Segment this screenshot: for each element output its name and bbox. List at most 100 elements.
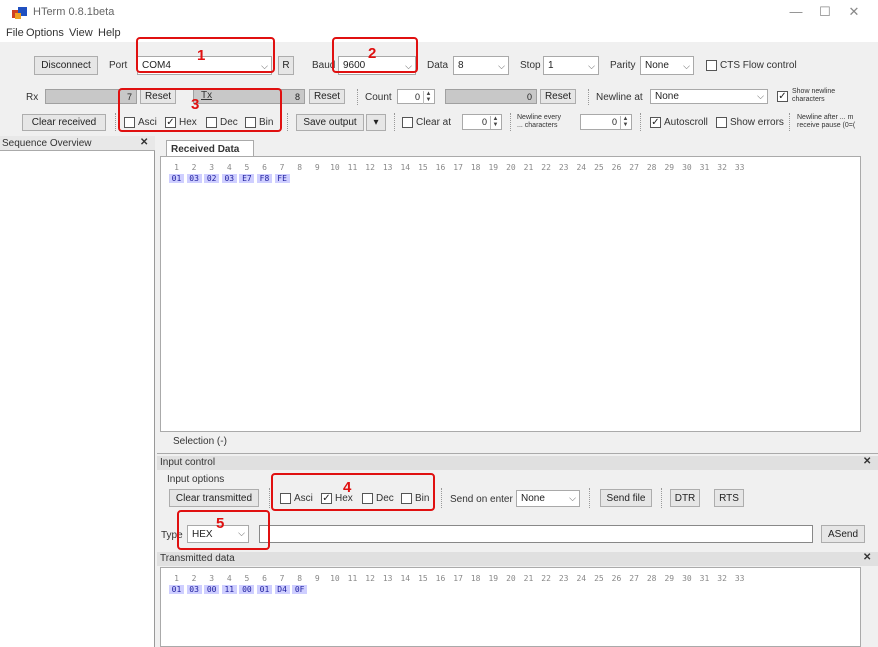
show-errors-checkbox[interactable] bbox=[716, 117, 727, 128]
transmitted-byte-index: 23 bbox=[558, 574, 569, 583]
transmitted-byte-index: 8 bbox=[297, 574, 303, 583]
transmitted-byte-index: 15 bbox=[418, 574, 428, 583]
send-on-enter-select[interactable]: None ⌵ bbox=[516, 490, 580, 507]
received-byte-index: 12 bbox=[365, 163, 375, 172]
annotation-box-rx-format bbox=[118, 88, 282, 132]
transmitted-data-header: Transmitted data ✕ bbox=[157, 552, 878, 566]
received-byte-index: 14 bbox=[400, 163, 411, 172]
show-newline-checkbox[interactable]: ✓ bbox=[777, 91, 788, 102]
dtr-button[interactable]: DTR bbox=[670, 489, 700, 507]
show-errors-label: Show errors bbox=[730, 117, 784, 128]
divider bbox=[789, 113, 790, 131]
menu-help[interactable]: Help bbox=[98, 27, 121, 39]
received-byte-index: 31 bbox=[699, 163, 710, 172]
clear-received-button[interactable]: Clear received bbox=[22, 114, 106, 131]
transmitted-byte: 0F bbox=[292, 585, 308, 594]
received-byte-index: 15 bbox=[418, 163, 428, 172]
transmitted-byte-index: 11 bbox=[347, 574, 358, 583]
newline-at-select[interactable]: None ⌵ bbox=[650, 89, 768, 104]
received-byte-index: 32 bbox=[717, 163, 727, 172]
clear-at-checkbox[interactable] bbox=[402, 117, 413, 128]
menu-options[interactable]: Options bbox=[26, 27, 64, 39]
received-byte-index: 16 bbox=[435, 163, 446, 172]
received-byte-index: 11 bbox=[347, 163, 358, 172]
input-control-title: Input control bbox=[160, 457, 216, 468]
transmitted-byte-index: 18 bbox=[470, 574, 481, 583]
divider bbox=[115, 113, 116, 131]
stop-bits-select[interactable]: 1 ⌵ bbox=[543, 56, 599, 75]
save-output-dropdown[interactable]: ▾ bbox=[366, 114, 386, 131]
sequence-overview-close-icon[interactable]: ✕ bbox=[140, 137, 148, 148]
newline-every-spinner[interactable]: 0 ▲ ▼ bbox=[580, 114, 632, 130]
autoscroll-label: Autoscroll bbox=[664, 117, 708, 128]
menu-file[interactable]: File bbox=[6, 27, 24, 39]
transmitted-byte-index: 10 bbox=[330, 574, 340, 583]
input-control-close-icon[interactable]: ✕ bbox=[863, 456, 871, 467]
count-field: 0 bbox=[445, 89, 537, 104]
newline-every-label-1: Newline every bbox=[517, 114, 561, 121]
autoscroll-checkbox[interactable]: ✓ bbox=[650, 117, 661, 128]
clear-transmitted-button[interactable]: Clear transmitted bbox=[169, 489, 259, 507]
transmitted-byte-index: 2 bbox=[191, 574, 197, 583]
count-field-value: 0 bbox=[526, 92, 532, 102]
received-byte: 03 bbox=[186, 174, 202, 183]
close-icon[interactable]: ✕ bbox=[844, 4, 864, 20]
chevron-down-icon: ⌵ bbox=[683, 61, 690, 71]
sequence-overview-panel: Sequence Overview ✕ bbox=[0, 136, 155, 647]
newline-at-label: Newline at bbox=[596, 92, 643, 103]
asend-button[interactable]: ASend bbox=[821, 525, 865, 543]
parity-select[interactable]: None ⌵ bbox=[640, 56, 694, 75]
transmitted-byte-index: 12 bbox=[365, 574, 375, 583]
annotation-number-5: 5 bbox=[216, 515, 225, 532]
received-byte-index: 6 bbox=[262, 163, 267, 172]
tx-reset-button[interactable]: Reset bbox=[309, 89, 345, 104]
annotation-box-port bbox=[136, 37, 275, 73]
received-byte-index: 2 bbox=[191, 163, 197, 172]
disconnect-button[interactable]: Disconnect bbox=[34, 56, 98, 75]
count-reset-button[interactable]: Reset bbox=[540, 89, 576, 104]
refresh-ports-button[interactable]: R bbox=[278, 56, 294, 75]
stop-bits-label: Stop bbox=[520, 60, 541, 71]
caret-down-icon: ▾ bbox=[373, 117, 379, 128]
divider bbox=[661, 488, 662, 508]
newline-every-value: 0 bbox=[611, 117, 617, 127]
transmitted-data-close-icon[interactable]: ✕ bbox=[863, 552, 871, 563]
transmitted-byte: 01 bbox=[257, 585, 272, 594]
annotation-number-4: 4 bbox=[343, 479, 352, 496]
transmitted-byte-index: 6 bbox=[262, 574, 267, 583]
clear-at-spinner[interactable]: 0 ▲ ▼ bbox=[462, 114, 502, 130]
divider bbox=[287, 113, 288, 131]
received-byte: FE bbox=[274, 174, 290, 183]
transmitted-byte-index: 4 bbox=[226, 574, 232, 583]
data-bits-select[interactable]: 8 ⌵ bbox=[453, 56, 509, 75]
received-byte-index: 19 bbox=[488, 163, 499, 172]
spinner-arrows-icon[interactable]: ▲ ▼ bbox=[423, 91, 433, 104]
stop-bits-value: 1 bbox=[548, 60, 554, 71]
maximize-icon[interactable]: ☐ bbox=[815, 4, 835, 20]
newline-after-label-2: receive pause (0=( bbox=[797, 122, 856, 129]
menu-bar: File Options View Help bbox=[0, 26, 878, 42]
chevron-down-icon: ⌵ bbox=[757, 91, 764, 101]
menu-view[interactable]: View bbox=[69, 27, 93, 39]
tab-received-data[interactable]: Received Data bbox=[166, 140, 254, 157]
spinner-arrows-icon[interactable]: ▲ ▼ bbox=[490, 116, 500, 129]
data-bits-label: Data bbox=[427, 60, 449, 71]
transmitted-byte-index: 20 bbox=[506, 574, 516, 583]
transmitted-data-section: Transmitted data ✕ 1 2 3 4 5 6 7 8 9 10 11 12 13 14 15… bbox=[157, 549, 878, 647]
rts-button[interactable]: RTS bbox=[714, 489, 744, 507]
received-data-view[interactable]: 1 2 3 4 5 6 7 8 9 10 11 12 13 14 15 16 17 18 19 20 21 22 23 24 2… bbox=[160, 156, 861, 432]
transmitted-data-view[interactable]: 1 2 3 4 5 6 7 8 9 10 11 12 13 14 15 16 17 18 19 20 21 22 23 24 2… bbox=[160, 567, 861, 647]
cts-flow-checkbox[interactable] bbox=[706, 60, 717, 71]
divider bbox=[357, 89, 358, 105]
send-file-button[interactable]: Send file bbox=[600, 489, 652, 507]
minimize-icon[interactable]: — bbox=[786, 4, 806, 19]
save-output-button[interactable]: Save output bbox=[296, 114, 364, 131]
count-label: Count bbox=[365, 92, 392, 103]
clear-at-label: Clear at bbox=[416, 117, 452, 128]
received-byte-index: 9 bbox=[314, 163, 320, 172]
count-spinner[interactable]: 0 ▲ ▼ bbox=[397, 89, 435, 104]
spinner-arrows-icon[interactable]: ▲ ▼ bbox=[620, 116, 630, 129]
send-input-field[interactable] bbox=[259, 525, 813, 543]
transmitted-byte-index: 19 bbox=[488, 574, 499, 583]
chevron-down-icon: ⌵ bbox=[588, 61, 595, 71]
